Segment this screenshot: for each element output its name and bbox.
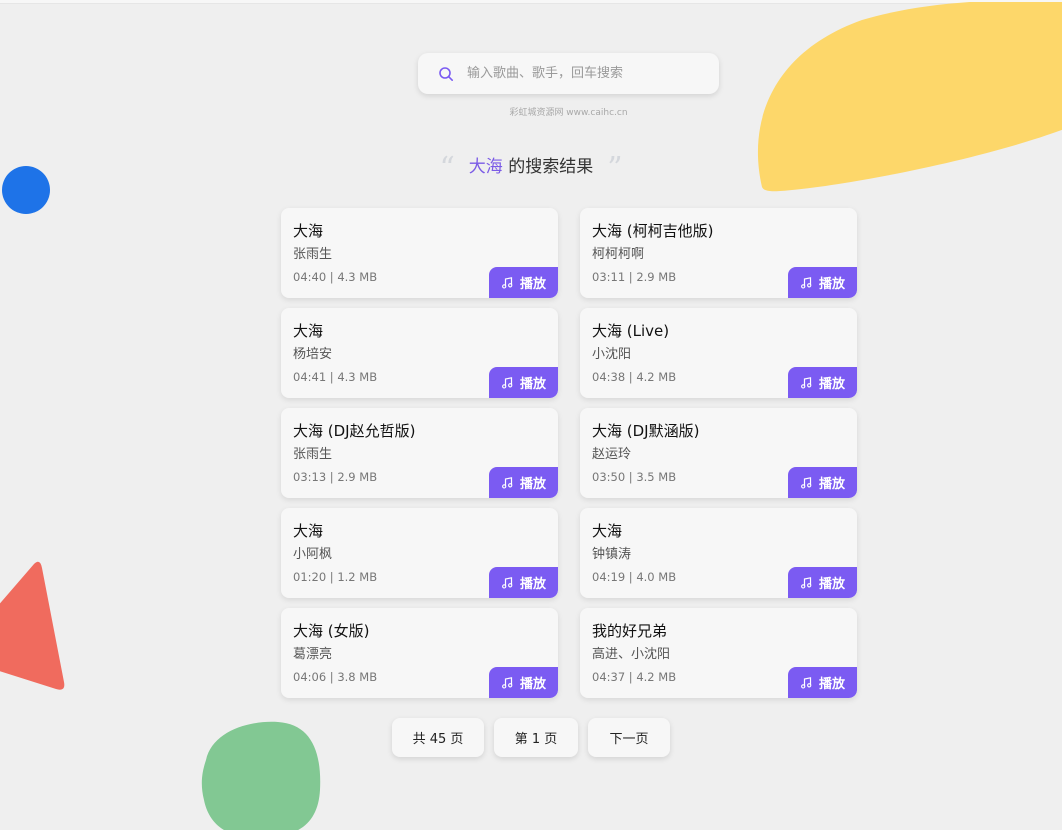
song-title: 大海: [293, 522, 324, 540]
song-title: 大海 (女版): [293, 622, 370, 640]
music-note-icon: [502, 476, 513, 489]
close-quote-mark: ”: [607, 151, 623, 186]
music-note-icon: [801, 476, 812, 489]
heading-suffix: 的搜索结果: [502, 157, 594, 177]
song-card: 大海 (DJ赵允哲版) 张雨生 03:13 | 2.9 MB 播放: [281, 408, 558, 498]
song-title: 大海: [592, 522, 623, 540]
search-keyword: 大海: [468, 157, 503, 177]
play-button-label: 播放: [818, 677, 845, 692]
site-watermark: 彩虹城资源网 www.caihc.cn: [509, 108, 628, 118]
music-note-icon: [801, 576, 812, 589]
search-box[interactable]: [418, 53, 719, 94]
play-button-label: 播放: [519, 377, 546, 392]
song-title: 大海 (DJ默涵版): [592, 422, 700, 440]
open-quote-mark: “: [439, 151, 455, 186]
play-button-label: 播放: [519, 477, 546, 492]
play-button-label: 播放: [818, 477, 845, 492]
song-card: 大海 (柯柯吉他版) 柯柯柯啊 03:11 | 2.9 MB 播放: [580, 208, 857, 298]
play-button[interactable]: 播放: [489, 667, 558, 698]
play-button[interactable]: 播放: [788, 367, 857, 398]
play-button-label: 播放: [818, 377, 845, 392]
song-artist: 葛漂亮: [293, 647, 333, 662]
play-button[interactable]: 播放: [788, 667, 857, 698]
song-artist: 高进、小沈阳: [592, 647, 671, 662]
play-button-label: 播放: [519, 277, 546, 292]
song-card: 大海 杨培安 04:41 | 4.3 MB 播放: [281, 308, 558, 398]
song-artist: 钟镇涛: [592, 547, 632, 562]
music-note-icon: [502, 676, 513, 689]
play-button-label: 播放: [519, 577, 546, 592]
play-button-label: 播放: [818, 277, 845, 292]
song-card: 大海 (Live) 小沈阳 04:38 | 4.2 MB 播放: [580, 308, 857, 398]
page: 彩虹城资源网 www.caihc.cn “ 大海 的搜索结果 ” 大海 张雨生 04…: [0, 0, 1062, 830]
next-page-button[interactable]: 下一页: [588, 718, 670, 757]
music-note-icon: [801, 676, 812, 689]
song-card: 大海 (DJ默涵版) 赵运玲 03:50 | 3.5 MB 播放: [580, 408, 857, 498]
play-button[interactable]: 播放: [489, 267, 558, 298]
song-card: 我的好兄弟 高进、小沈阳 04:37 | 4.2 MB 播放: [580, 608, 857, 698]
play-button[interactable]: 播放: [489, 467, 558, 498]
song-artist: 小沈阳: [592, 347, 632, 362]
play-button-label: 播放: [818, 577, 845, 592]
song-card: 大海 小阿枫 01:20 | 1.2 MB 播放: [281, 508, 558, 598]
decorative-red-triangle: [0, 561, 65, 690]
current-page-label: 第 1 页: [494, 718, 578, 757]
song-card: 大海 钟镇涛 04:19 | 4.0 MB 播放: [580, 508, 857, 598]
song-title: 大海 (DJ赵允哲版): [293, 422, 416, 440]
song-title: 我的好兄弟: [592, 622, 668, 640]
song-artist: 张雨生: [293, 247, 333, 262]
music-note-icon: [801, 376, 812, 389]
song-card: 大海 张雨生 04:40 | 4.3 MB 播放: [281, 208, 558, 298]
search-input[interactable]: [467, 61, 707, 86]
total-pages-label: 共 45 页: [392, 718, 484, 757]
music-note-icon: [502, 276, 513, 289]
play-button[interactable]: 播放: [489, 567, 558, 598]
song-artist: 柯柯柯啊: [592, 247, 645, 262]
play-button[interactable]: 播放: [489, 367, 558, 398]
song-artist: 小阿枫: [293, 547, 333, 562]
music-note-icon: [801, 276, 812, 289]
song-title: 大海: [293, 222, 324, 240]
results-grid: 大海 张雨生 04:40 | 4.3 MB 播放 大海 (柯柯吉他版) 柯柯柯啊…: [281, 208, 857, 698]
song-title: 大海 (Live): [592, 322, 670, 340]
play-button-label: 播放: [519, 677, 546, 692]
play-button[interactable]: 播放: [788, 567, 857, 598]
results-heading: “ 大海 的搜索结果 ”: [0, 150, 1062, 186]
song-card: 大海 (女版) 葛漂亮 04:06 | 3.8 MB 播放: [281, 608, 558, 698]
song-artist: 赵运玲: [592, 447, 632, 462]
song-artist: 张雨生: [293, 447, 333, 462]
song-artist: 杨培安: [293, 347, 333, 362]
song-title: 大海: [293, 322, 324, 340]
pagination: 共 45 页 第 1 页 下一页: [0, 718, 1062, 757]
search-icon: [439, 66, 453, 81]
play-button[interactable]: 播放: [788, 467, 857, 498]
play-button[interactable]: 播放: [788, 267, 857, 298]
song-title: 大海 (柯柯吉他版): [592, 222, 714, 240]
music-note-icon: [502, 576, 513, 589]
music-note-icon: [502, 376, 513, 389]
